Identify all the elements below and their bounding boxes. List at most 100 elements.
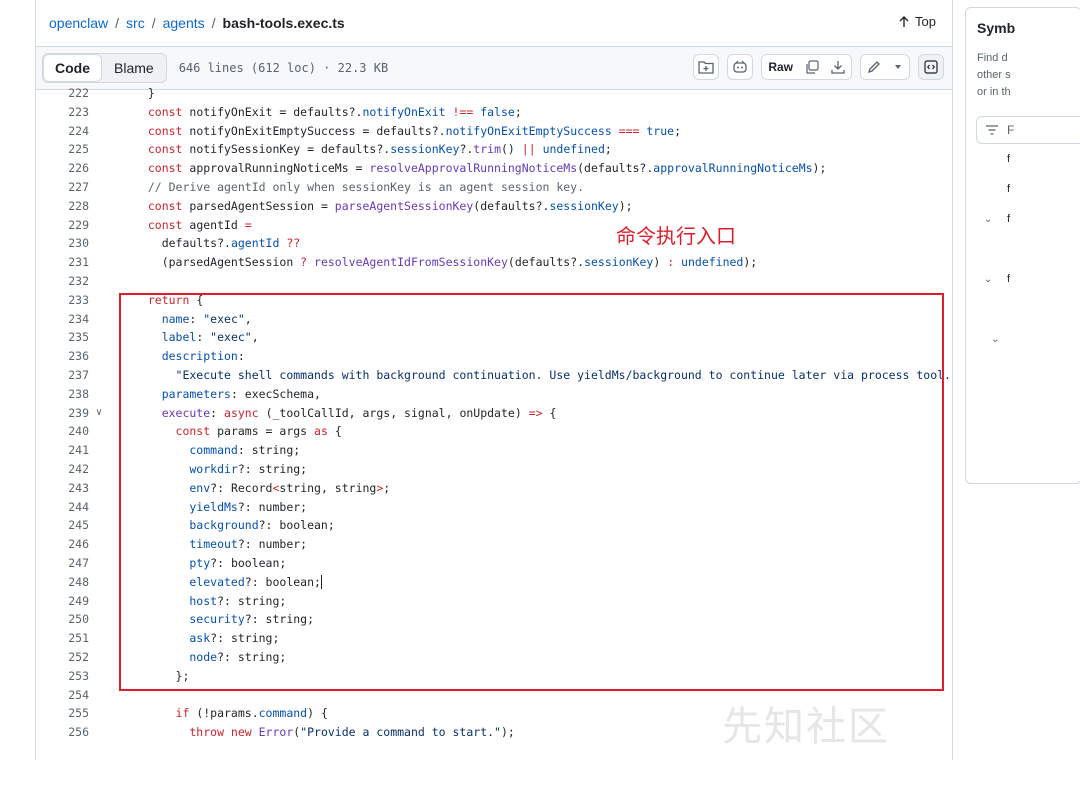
copy-raw-button[interactable]	[799, 55, 825, 79]
code-line[interactable]: 252 node?: string;	[36, 648, 952, 667]
code-line[interactable]: 253 };	[36, 667, 952, 686]
code-line[interactable]: 241 command: string;	[36, 441, 952, 460]
symbol-item[interactable]: f	[1007, 273, 1010, 285]
symbol-item[interactable]: f	[1007, 153, 1010, 165]
line-number[interactable]: 232	[36, 272, 89, 291]
line-number[interactable]: 245	[36, 516, 89, 535]
line-number[interactable]: 250	[36, 610, 89, 629]
line-number[interactable]: 247	[36, 554, 89, 573]
code-line[interactable]: 238 parameters: execSchema,	[36, 385, 952, 404]
line-number[interactable]: 235	[36, 328, 89, 347]
code-text: if (!params.command) {	[134, 704, 328, 723]
line-number[interactable]: 253	[36, 667, 89, 686]
code-line[interactable]: 233 return {	[36, 291, 952, 310]
code-line[interactable]: 247 pty?: boolean;	[36, 554, 952, 573]
code-line[interactable]: 236 description:	[36, 347, 952, 366]
back-to-top-link[interactable]: Top	[899, 14, 936, 29]
code-line[interactable]: 228 const parsedAgentSession = parseAgen…	[36, 197, 952, 216]
chevron-down-icon[interactable]: ⌄	[991, 334, 999, 345]
code-line[interactable]: 244 yieldMs?: number;	[36, 498, 952, 517]
symbols-panel-toggle[interactable]	[918, 54, 944, 80]
chevron-down-icon[interactable]: ⌄	[984, 274, 992, 285]
line-number[interactable]: 252	[36, 648, 89, 667]
code-line[interactable]: 242 workdir?: string;	[36, 460, 952, 479]
line-number[interactable]: 240	[36, 422, 89, 441]
code-line[interactable]: 237 "Execute shell commands with backgro…	[36, 366, 952, 385]
line-number[interactable]: 256	[36, 723, 89, 742]
add-to-folder-button[interactable]	[693, 54, 720, 80]
breadcrumb-src-link[interactable]: src	[126, 15, 145, 31]
line-number[interactable]: 224	[36, 122, 89, 141]
code-line[interactable]: 226 const approvalRunningNoticeMs = reso…	[36, 159, 952, 178]
code-line[interactable]: 239 ∨ execute: async (_toolCallId, args, …	[36, 404, 952, 423]
code-line[interactable]: 245 background?: boolean;	[36, 516, 952, 535]
line-number[interactable]: 229	[36, 216, 89, 235]
code-view[interactable]: 222 } 223 const notifyOnExit = defaults?.…	[36, 84, 952, 742]
code-line[interactable]: 229 const agentId =	[36, 216, 952, 235]
code-line[interactable]: 232	[36, 272, 952, 291]
line-number[interactable]: 251	[36, 629, 89, 648]
code-line[interactable]: 225 const notifySessionKey = defaults?.s…	[36, 140, 952, 159]
line-number[interactable]: 248	[36, 573, 89, 592]
line-number[interactable]: 228	[36, 197, 89, 216]
line-number[interactable]: 242	[36, 460, 89, 479]
chevron-down-icon[interactable]: ⌄	[984, 214, 992, 225]
code-line[interactable]: 222 }	[36, 84, 952, 103]
line-number[interactable]: 225	[36, 140, 89, 159]
line-number[interactable]: 244	[36, 498, 89, 517]
code-line[interactable]: 250 security?: string;	[36, 610, 952, 629]
tab-blame[interactable]: Blame	[102, 54, 166, 82]
breadcrumb-agents-link[interactable]: agents	[163, 15, 205, 31]
code-token: (parsedAgentSession	[134, 255, 301, 270]
code-line[interactable]: 248 elevated?: boolean;	[36, 573, 952, 592]
file-actions: Raw	[693, 54, 944, 80]
line-number[interactable]: 223	[36, 103, 89, 122]
line-number[interactable]: 243	[36, 479, 89, 498]
line-number[interactable]: 246	[36, 535, 89, 554]
line-number[interactable]: 234	[36, 310, 89, 329]
line-number[interactable]: 237	[36, 366, 89, 385]
line-number[interactable]: 222	[36, 84, 89, 103]
code-token: : string;	[237, 443, 301, 458]
code-line[interactable]: 230 defaults?.agentId ??	[36, 234, 952, 253]
copilot-button[interactable]	[727, 54, 754, 80]
symbols-filter-input[interactable]: F	[976, 116, 1080, 144]
line-number[interactable]: 238	[36, 385, 89, 404]
symbol-item[interactable]: f	[1007, 213, 1010, 225]
line-number[interactable]: 226	[36, 159, 89, 178]
line-number[interactable]: 233	[36, 291, 89, 310]
line-number[interactable]: 249	[36, 592, 89, 611]
line-number[interactable]: 239	[36, 404, 89, 423]
line-number[interactable]: 230	[36, 234, 89, 253]
line-number[interactable]: 241	[36, 441, 89, 460]
code-token: const	[134, 104, 190, 119]
code-line[interactable]: 224 const notifyOnExitEmptySuccess = def…	[36, 122, 952, 141]
code-line[interactable]: 251 ask?: string;	[36, 629, 952, 648]
code-line[interactable]: 243 env?: Record<string, string>;	[36, 479, 952, 498]
code-line[interactable]: 223 const notifyOnExit = defaults?.notif…	[36, 103, 952, 122]
code-line[interactable]: 235 label: "exec",	[36, 328, 952, 347]
line-number[interactable]: 254	[36, 686, 89, 705]
code-token: notifyOnExitEmptySuccess	[445, 123, 612, 138]
code-line[interactable]: 234 name: "exec",	[36, 310, 952, 329]
code-token: {	[196, 292, 204, 307]
code-token: params = args	[217, 424, 315, 439]
code-line[interactable]: 249 host?: string;	[36, 592, 952, 611]
chevron-down-icon[interactable]: ∨	[96, 404, 102, 423]
line-number[interactable]: 255	[36, 704, 89, 723]
code-line[interactable]: 227 // Derive agentId only when sessionK…	[36, 178, 952, 197]
code-line[interactable]: 231 (parsedAgentSession ? resolveAgentId…	[36, 253, 952, 272]
symbol-item[interactable]: f	[1007, 183, 1010, 195]
raw-button[interactable]: Raw	[762, 55, 799, 79]
edit-button[interactable]	[861, 55, 887, 79]
tab-code[interactable]: Code	[43, 54, 102, 82]
code-line[interactable]: 246 timeout?: number;	[36, 535, 952, 554]
download-button[interactable]	[825, 55, 851, 79]
line-number[interactable]: 231	[36, 253, 89, 272]
line-number[interactable]: 227	[36, 178, 89, 197]
breadcrumb-repo-link[interactable]: openclaw	[49, 15, 108, 31]
edit-options-button[interactable]	[887, 55, 909, 79]
code-line[interactable]: 240 const params = args as {	[36, 422, 952, 441]
code-token: async	[224, 405, 266, 420]
line-number[interactable]: 236	[36, 347, 89, 366]
